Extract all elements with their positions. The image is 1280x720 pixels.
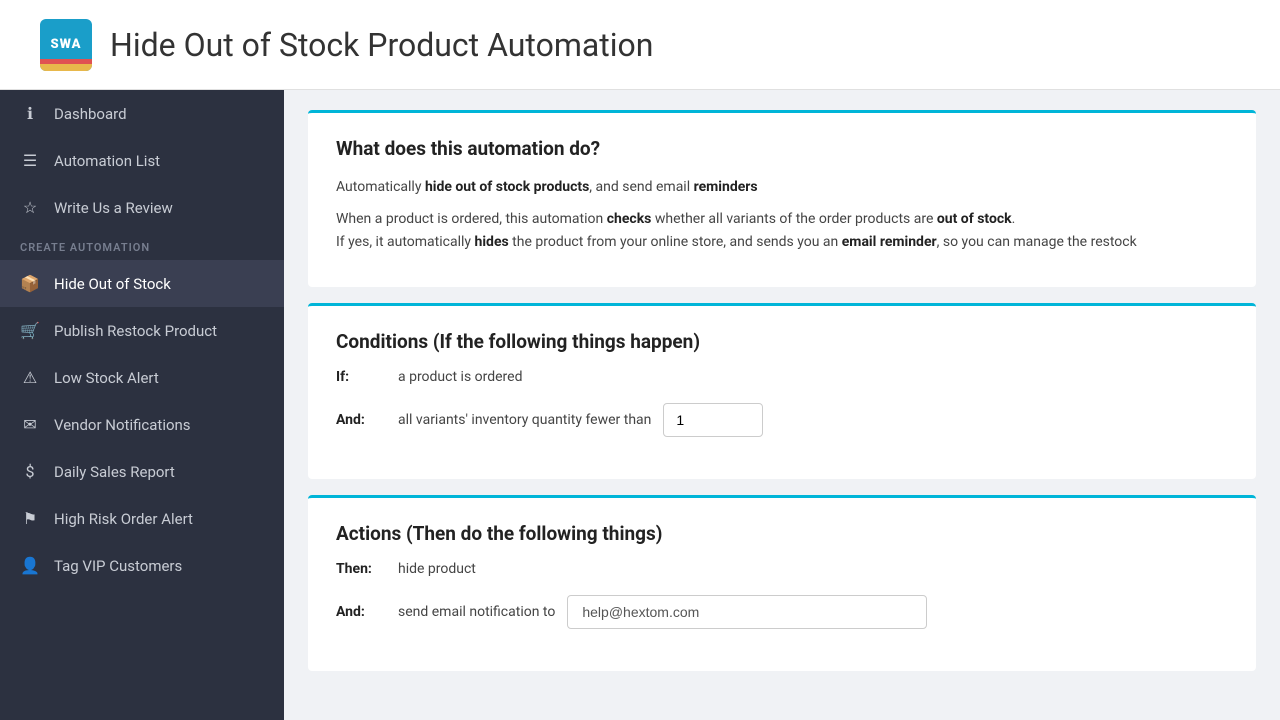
- what-line3-prefix: If yes, it automatically: [336, 234, 475, 250]
- create-automation-label: CREATE AUTOMATION: [0, 231, 284, 260]
- dashboard-icon: ℹ: [20, 104, 40, 123]
- logo: SWA: [40, 19, 92, 71]
- if-text: a product is ordered: [398, 369, 523, 385]
- sidebar-item-dashboard[interactable]: ℹ Dashboard: [0, 90, 284, 137]
- and-email-text: send email notification to: [398, 604, 555, 620]
- then-text: hide product: [398, 561, 476, 577]
- warning-icon: ⚠: [20, 368, 40, 387]
- sidebar-item-publish-restock[interactable]: 🛒 Publish Restock Product: [0, 307, 284, 354]
- sidebar-item-daily-sales-report[interactable]: $ Daily Sales Report: [0, 448, 284, 495]
- sidebar-item-automation-list[interactable]: ☰ Automation List: [0, 137, 284, 184]
- sidebar-label-write-review: Write Us a Review: [54, 199, 173, 217]
- sidebar-item-tag-vip-customers[interactable]: 👤 Tag VIP Customers: [0, 542, 284, 589]
- main-content: What does this automation do? Automatica…: [284, 90, 1280, 720]
- top-header: SWA Hide Out of Stock Product Automation: [0, 0, 1280, 90]
- what-line3-bold2: email reminder: [842, 234, 937, 250]
- dollar-icon: $: [20, 462, 40, 481]
- sidebar-label-vendor-notifications: Vendor Notifications: [54, 416, 191, 434]
- cart-icon: 🛒: [20, 321, 40, 340]
- sidebar-item-write-review[interactable]: ☆ Write Us a Review: [0, 184, 284, 231]
- sidebar: ℹ Dashboard ☰ Automation List ☆ Write Us…: [0, 90, 284, 720]
- what-section-title: What does this automation do?: [336, 137, 1228, 160]
- flag-icon: ⚑: [20, 509, 40, 528]
- and-text: all variants' inventory quantity fewer t…: [398, 412, 651, 428]
- page-title: Hide Out of Stock Product Automation: [110, 26, 653, 64]
- logo-text: SWA: [50, 38, 81, 51]
- sidebar-label-automation-list: Automation List: [54, 152, 160, 170]
- action-then-row: Then: hide product: [336, 561, 1228, 577]
- actions-title: Actions (Then do the following things): [336, 522, 1228, 545]
- mail-icon: ✉: [20, 415, 40, 434]
- what-line1-suffix: , and send email: [589, 179, 693, 195]
- logo-stripe: [40, 59, 92, 71]
- sidebar-item-vendor-notifications[interactable]: ✉ Vendor Notifications: [0, 401, 284, 448]
- what-line2-mid1: whether all variants of the order produc…: [651, 211, 936, 227]
- if-label: If:: [336, 369, 386, 385]
- what-line2-bold2: out of stock: [937, 211, 1012, 227]
- email-input[interactable]: [567, 595, 927, 629]
- sidebar-item-hide-out-of-stock[interactable]: 📦 Hide Out of Stock: [0, 260, 284, 307]
- sidebar-item-low-stock-alert[interactable]: ⚠ Low Stock Alert: [0, 354, 284, 401]
- sidebar-label-publish-restock: Publish Restock Product: [54, 322, 217, 340]
- what-line1: Automatically hide out of stock products…: [336, 176, 1228, 198]
- actions-card: Actions (Then do the following things) T…: [308, 495, 1256, 671]
- what-line1-prefix: Automatically: [336, 179, 425, 195]
- conditions-card: Conditions (If the following things happ…: [308, 303, 1256, 479]
- sidebar-label-tag-vip-customers: Tag VIP Customers: [54, 557, 182, 575]
- star-icon: ☆: [20, 198, 40, 217]
- main-layout: ℹ Dashboard ☰ Automation List ☆ Write Us…: [0, 90, 1280, 720]
- what-line1-bold2: reminders: [694, 179, 758, 195]
- and-label-1: And:: [336, 412, 386, 428]
- sidebar-label-low-stock-alert: Low Stock Alert: [54, 369, 159, 387]
- what-line3-mid: the product from your online store, and …: [509, 234, 842, 250]
- box-icon: 📦: [20, 274, 40, 293]
- condition-and-row: And: all variants' inventory quantity fe…: [336, 403, 1228, 437]
- condition-if-row: If: a product is ordered: [336, 369, 1228, 385]
- what-line2-period: .: [1012, 211, 1016, 227]
- what-line2: When a product is ordered, this automati…: [336, 208, 1228, 253]
- and-label-2: And:: [336, 604, 386, 620]
- sidebar-label-daily-sales-report: Daily Sales Report: [54, 463, 175, 481]
- sidebar-label-dashboard: Dashboard: [54, 105, 127, 123]
- what-section-card: What does this automation do? Automatica…: [308, 110, 1256, 287]
- list-icon: ☰: [20, 151, 40, 170]
- conditions-title: Conditions (If the following things happ…: [336, 330, 1228, 353]
- what-line3-bold1: hides: [475, 234, 509, 250]
- what-line2-prefix: When a product is ordered, this automati…: [336, 211, 607, 227]
- sidebar-label-hide-out-of-stock: Hide Out of Stock: [54, 275, 171, 293]
- user-icon: 👤: [20, 556, 40, 575]
- what-line2-bold1: checks: [607, 211, 652, 227]
- what-line3-suffix: , so you can manage the restock: [937, 234, 1137, 250]
- quantity-input[interactable]: [663, 403, 763, 437]
- then-label: Then:: [336, 561, 386, 577]
- sidebar-label-high-risk-order-alert: High Risk Order Alert: [54, 510, 193, 528]
- action-and-row: And: send email notification to: [336, 595, 1228, 629]
- what-line1-bold1: hide out of stock products: [425, 179, 589, 195]
- sidebar-item-high-risk-order-alert[interactable]: ⚑ High Risk Order Alert: [0, 495, 284, 542]
